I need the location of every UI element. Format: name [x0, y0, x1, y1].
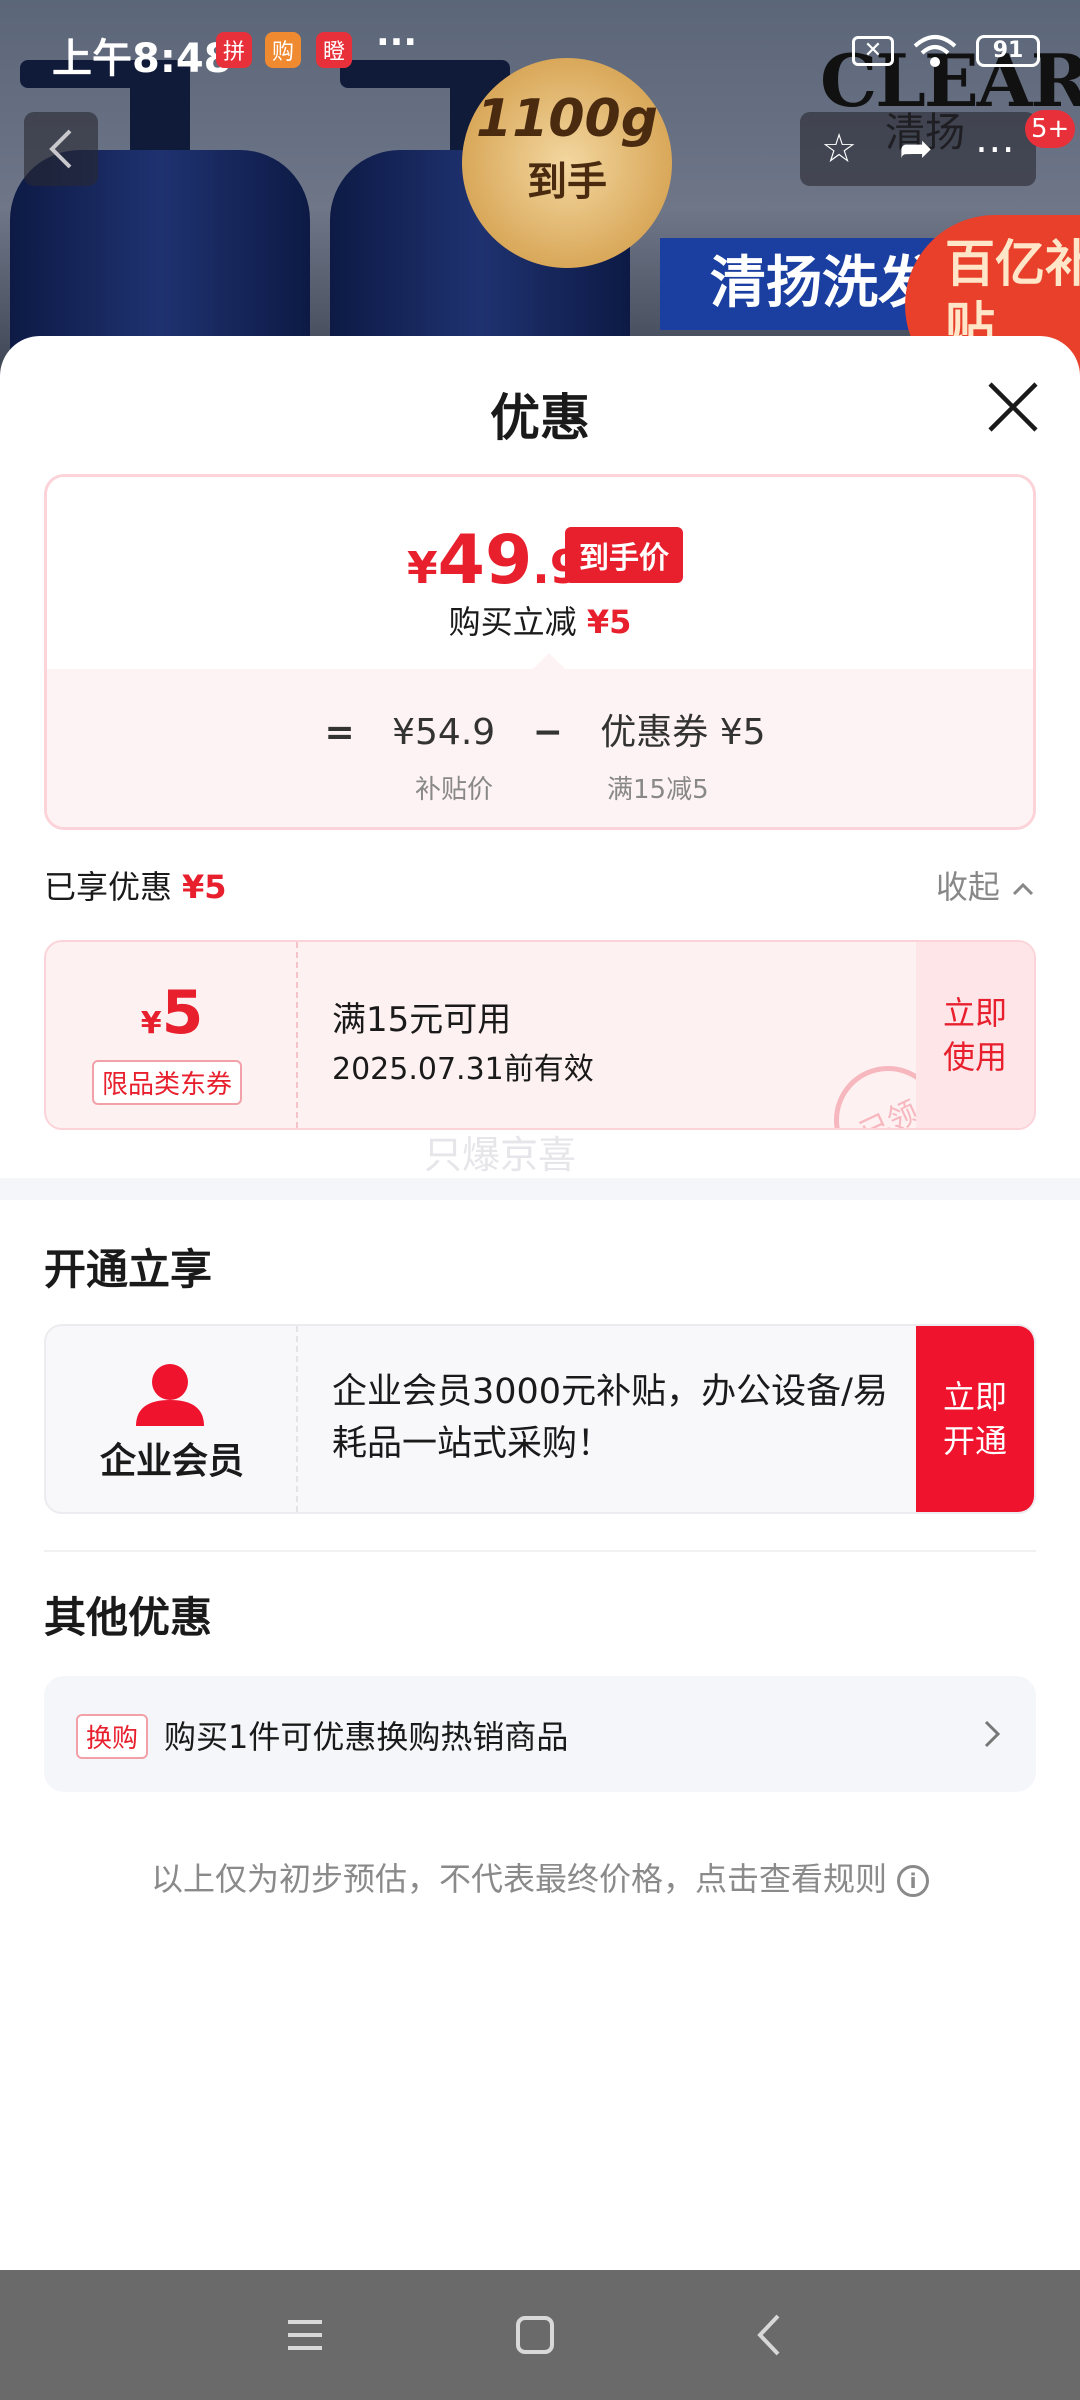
- instant-reduce-label: 购买立减: [448, 603, 577, 641]
- system-navigation-bar: [0, 2270, 1080, 2400]
- no-sim-icon: ✕: [852, 36, 894, 66]
- final-price-tag: 到手价: [565, 527, 683, 583]
- more-icon[interactable]: ⋯: [975, 126, 1015, 172]
- person-icon: [136, 1364, 204, 1426]
- home-icon[interactable]: [510, 2310, 560, 2360]
- trade-in-text: 购买1件可优惠换购热销商品: [164, 1718, 569, 1756]
- shopping-notification-icon: 购: [265, 32, 301, 68]
- back-button[interactable]: [24, 112, 98, 186]
- enterprise-member-card: 企业会员 企业会员3000元补贴，办公设备/易耗品一站式采购！ 立即开通: [44, 1324, 1036, 1514]
- recent-apps-icon[interactable]: [280, 2310, 330, 2360]
- app-notification-icon: 瞪: [316, 32, 352, 68]
- enjoyed-discount-row: 已享优惠 ¥5 收起: [44, 862, 1036, 912]
- cart-count-badge: 5+: [1025, 110, 1076, 148]
- enjoyed-amount: ¥5: [182, 868, 227, 906]
- formula-coupon-label: 满15减5: [607, 775, 709, 805]
- divider: [44, 1550, 1036, 1552]
- open-section-title: 开通立享: [44, 1245, 213, 1294]
- enjoyed-label: 已享优惠: [44, 868, 173, 906]
- final-price: ¥ 49 .9: [407, 521, 582, 600]
- formula-coupon: 优惠券 ¥5: [600, 712, 766, 753]
- pinduoduo-notification-icon: 拼: [216, 32, 252, 68]
- price-breakdown-card: ¥ 49 .9 到手价 购买立减 ¥5 = ¥54.9 − 优惠券 ¥5 补贴价…: [44, 474, 1036, 830]
- member-description: 企业会员3000元补贴，办公设备/易耗品一站式采购！: [332, 1372, 888, 1464]
- pointer-triangle: [531, 653, 567, 671]
- battery-icon: 91: [976, 35, 1040, 67]
- final-price-integer: 49: [437, 521, 533, 600]
- instant-reduce-amount: ¥5: [586, 603, 632, 641]
- trade-in-row[interactable]: 换购 购买1件可优惠换购热销商品: [44, 1676, 1036, 1792]
- use-coupon-button[interactable]: 立即使用: [916, 942, 1034, 1128]
- coupon-currency: ¥: [140, 1006, 162, 1041]
- coupon-type-tag: 限品类东券: [92, 1060, 243, 1105]
- info-icon: i: [897, 1865, 929, 1897]
- chevron-up-icon: [1012, 882, 1034, 896]
- back-nav-icon[interactable]: [746, 2310, 796, 2360]
- formula-subsidy-label: 补贴价: [415, 775, 494, 805]
- coupon-value: 5: [161, 978, 204, 1048]
- close-icon[interactable]: [982, 376, 1044, 438]
- top-action-group: ☆ ➦ ⋯: [800, 112, 1036, 186]
- formula-subsidy-price: ¥54.9: [392, 712, 496, 753]
- favorite-star-icon[interactable]: ☆: [821, 126, 857, 172]
- chevron-right-icon: [984, 1720, 1001, 1748]
- sheet-title: 优惠: [490, 389, 590, 447]
- weight-badge-label: 到手: [527, 159, 607, 205]
- formula-minus: −: [532, 712, 563, 753]
- member-name: 企业会员: [99, 1441, 244, 1482]
- watermark: 只爆京喜: [424, 1133, 577, 1177]
- status-bar: 上午8:48 拼 购 瞪 ··· ✕ 91: [0, 0, 1080, 100]
- disclaimer-text: 以上仅为初步预估，不代表最终价格，点击查看规则: [150, 1860, 887, 1898]
- formula-equals: =: [324, 712, 355, 753]
- coupon-card: ¥5 限品类东券 满15元可用 2025.07.31前有效 已领 立即使用: [44, 940, 1036, 1130]
- coupon-condition: 满15元可用: [332, 1000, 512, 1040]
- chevron-left-icon: [49, 129, 72, 169]
- other-section-title: 其他优惠: [44, 1593, 213, 1642]
- collapse-toggle[interactable]: 收起: [936, 862, 1036, 908]
- discount-sheet: 优惠 ¥ 49 .9 到手价 购买立减 ¥5 = ¥54.9 − 优惠券 ¥5 …: [0, 336, 1080, 2270]
- collapse-label: 收起: [935, 868, 1000, 906]
- trade-in-tag: 换购: [76, 1714, 149, 1759]
- share-icon[interactable]: ➦: [899, 126, 933, 172]
- disclaimer-row[interactable]: 以上仅为初步预估，不代表最终价格，点击查看规则 i: [0, 1854, 1080, 1900]
- section-divider: [0, 1178, 1080, 1200]
- more-notifications-icon: ···: [376, 22, 418, 63]
- instant-reduce-line: 购买立减 ¥5: [47, 597, 1033, 643]
- status-time: 上午8:48: [52, 36, 232, 82]
- final-price-currency: ¥: [407, 543, 438, 594]
- price-formula: = ¥54.9 − 优惠券 ¥5: [47, 703, 1033, 755]
- open-member-button[interactable]: 立即开通: [916, 1326, 1034, 1512]
- coupon-amount: ¥5: [46, 978, 298, 1048]
- coupon-expiry: 2025.07.31前有效: [332, 1052, 594, 1087]
- wifi-icon: [913, 35, 957, 67]
